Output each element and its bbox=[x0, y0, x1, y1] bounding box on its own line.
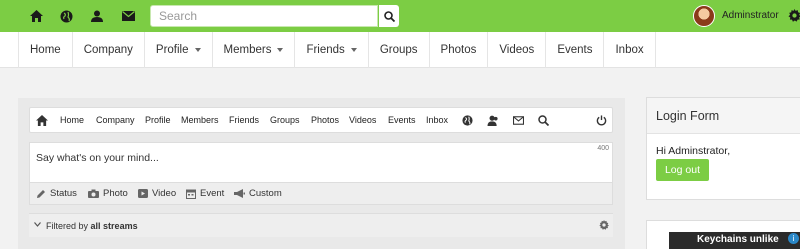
nav-item-groups[interactable]: Groups bbox=[367, 32, 429, 68]
toolbar-item-groups[interactable]: Groups bbox=[270, 115, 300, 125]
toolbar-item-friends[interactable]: Friends bbox=[229, 115, 259, 125]
filter-value: all streams bbox=[90, 221, 138, 231]
main-nav: Home Company Profile Members Friends Gro… bbox=[0, 32, 800, 68]
toolbar-item-home[interactable]: Home bbox=[60, 115, 84, 125]
power-icon[interactable] bbox=[595, 114, 607, 126]
globe-icon[interactable] bbox=[461, 114, 473, 126]
char-counter: 400 bbox=[597, 145, 609, 152]
username-label[interactable]: Adminstrator bbox=[722, 10, 779, 21]
status-composer[interactable]: Say what's on your mind... 400 bbox=[29, 142, 613, 183]
search-icon[interactable] bbox=[537, 114, 549, 126]
mail-icon[interactable] bbox=[120, 8, 136, 24]
nav-item-videos[interactable]: Videos bbox=[487, 32, 545, 68]
toolbar-item-members[interactable]: Members bbox=[181, 115, 219, 125]
attach-photo-button[interactable]: Photo bbox=[88, 188, 128, 199]
home-icon[interactable] bbox=[36, 114, 48, 126]
megaphone-icon bbox=[234, 189, 245, 198]
attach-event-button[interactable]: Event bbox=[186, 188, 224, 199]
gear-icon[interactable] bbox=[599, 220, 609, 230]
top-bar: Adminstrator bbox=[0, 0, 800, 32]
attach-video-button[interactable]: Video bbox=[138, 188, 176, 199]
search-input[interactable] bbox=[150, 5, 378, 27]
nav-item-company[interactable]: Company bbox=[71, 32, 144, 68]
nav-item-events[interactable]: Events bbox=[545, 32, 603, 68]
camera-icon bbox=[88, 189, 99, 198]
stream-toolbar: Home Company Profile Members Friends Gro… bbox=[29, 107, 613, 133]
toolbar-item-company[interactable]: Company bbox=[96, 115, 135, 125]
stream-panel: Home Company Profile Members Friends Gro… bbox=[18, 98, 625, 249]
home-icon[interactable] bbox=[28, 8, 44, 24]
toolbar-item-events[interactable]: Events bbox=[388, 115, 416, 125]
video-icon bbox=[138, 189, 148, 198]
nav-item-profile[interactable]: Profile bbox=[143, 32, 212, 68]
chevron-down-icon bbox=[194, 48, 201, 52]
chevron-down-icon bbox=[350, 48, 357, 52]
pencil-icon bbox=[37, 189, 45, 198]
nav-item-home[interactable]: Home bbox=[18, 32, 72, 68]
calendar-icon bbox=[186, 189, 196, 199]
login-greeting: Hi Adminstrator, bbox=[656, 145, 731, 157]
ad-text[interactable]: Keychains unlike bbox=[697, 234, 779, 245]
nav-item-inbox[interactable]: Inbox bbox=[603, 32, 656, 68]
nav-item-friends[interactable]: Friends bbox=[294, 32, 367, 68]
nav-item-photos[interactable]: Photos bbox=[428, 32, 488, 68]
toolbar-item-videos[interactable]: Videos bbox=[349, 115, 376, 125]
attachment-bar: Status Photo Video Event Custom bbox=[29, 183, 613, 205]
globe-icon[interactable] bbox=[58, 8, 74, 24]
nav-item-members[interactable]: Members bbox=[211, 32, 295, 68]
chevron-down-icon bbox=[34, 222, 41, 227]
search-icon bbox=[383, 10, 395, 22]
search-button[interactable] bbox=[379, 5, 399, 27]
login-form: Login Form Hi Adminstrator, Log out bbox=[646, 97, 800, 200]
mail-icon[interactable] bbox=[512, 114, 524, 126]
login-form-title: Login Form bbox=[647, 98, 800, 134]
info-icon[interactable]: i bbox=[788, 233, 799, 244]
logout-button[interactable]: Log out bbox=[656, 159, 709, 181]
attach-status-button[interactable]: Status bbox=[36, 188, 77, 199]
stream-filter[interactable]: Filtered by all streams bbox=[29, 213, 613, 237]
filter-text: Filtered by all streams bbox=[46, 221, 138, 231]
gear-icon[interactable] bbox=[788, 9, 800, 23]
chevron-down-icon bbox=[277, 48, 284, 52]
users-icon[interactable] bbox=[487, 114, 499, 126]
toolbar-item-inbox[interactable]: Inbox bbox=[426, 115, 448, 125]
composer-placeholder: Say what's on your mind... bbox=[36, 152, 159, 164]
avatar[interactable] bbox=[693, 5, 715, 27]
user-icon[interactable] bbox=[89, 8, 105, 24]
toolbar-item-profile[interactable]: Profile bbox=[145, 115, 171, 125]
attach-custom-button[interactable]: Custom bbox=[234, 188, 282, 199]
toolbar-item-photos[interactable]: Photos bbox=[311, 115, 339, 125]
